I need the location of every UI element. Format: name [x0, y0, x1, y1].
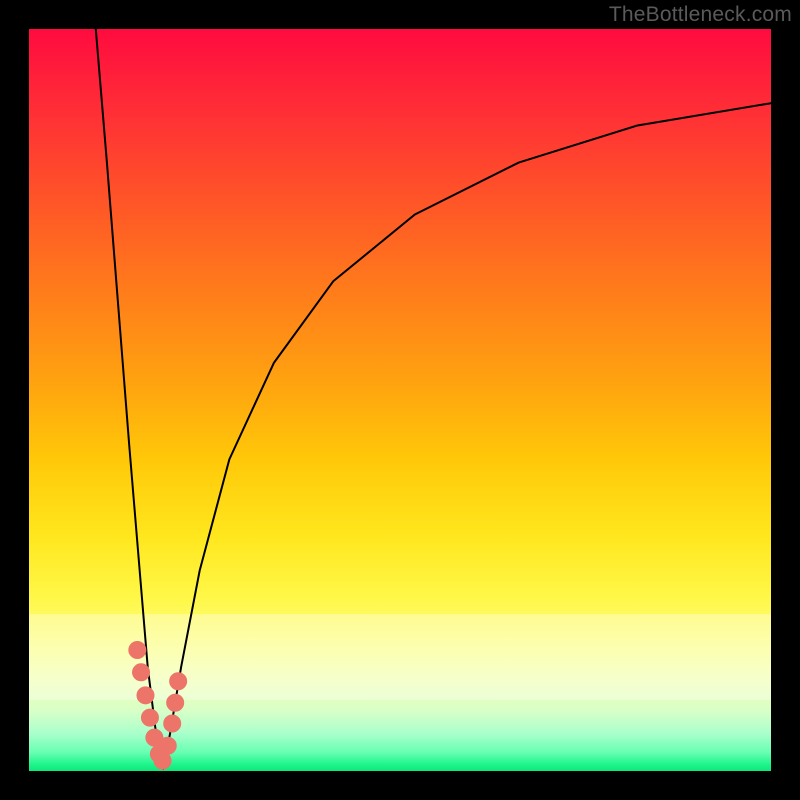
- marker-point: [154, 752, 171, 769]
- highlight-band: [29, 614, 771, 700]
- marker-group: [129, 642, 187, 770]
- chart-svg: [29, 29, 771, 771]
- marker-point: [164, 715, 181, 732]
- marker-point: [129, 642, 146, 659]
- chart-frame: TheBottleneck.com: [0, 0, 800, 800]
- series-group: [96, 29, 771, 769]
- curve-left-branch: [96, 29, 164, 769]
- marker-point: [167, 694, 184, 711]
- marker-point: [141, 709, 158, 726]
- marker-point: [159, 737, 176, 754]
- plot-area: [29, 29, 771, 771]
- curve-right-branch: [163, 103, 771, 769]
- watermark-text: TheBottleneck.com: [609, 3, 792, 27]
- marker-point: [146, 729, 163, 746]
- marker-point: [170, 673, 187, 690]
- marker-point: [150, 745, 167, 762]
- marker-point: [133, 664, 150, 681]
- marker-point: [137, 687, 154, 704]
